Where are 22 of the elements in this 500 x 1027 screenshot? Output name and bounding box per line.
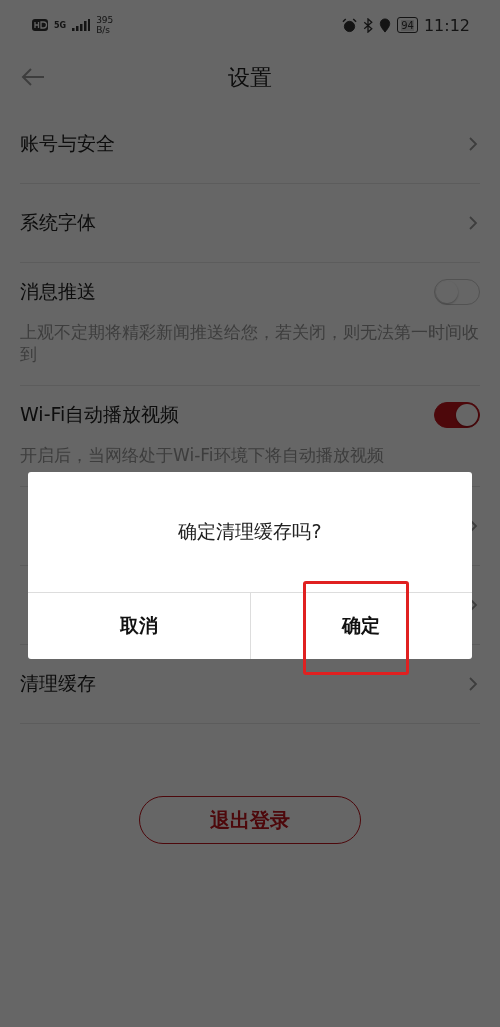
network-type: 5G (54, 20, 67, 30)
dialog-message: 确定清理缓存吗? (177, 519, 323, 544)
bluetooth-icon (363, 17, 374, 33)
signal-icon (72, 19, 91, 31)
setting-label[interactable]: 清理缓存 (20, 671, 96, 697)
setting-label[interactable]: 账号与安全 (20, 131, 115, 157)
toggle-switch[interactable] (434, 402, 480, 428)
setting-label[interactable]: 消息推送 (20, 279, 96, 305)
logout-button[interactable]: 退出登录 (139, 796, 361, 844)
location-icon (379, 17, 392, 33)
setting-label[interactable]: 系统字体 (20, 210, 96, 236)
setting-label[interactable]: Wi-Fi自动播放视频 (20, 402, 180, 428)
back-icon[interactable] (20, 67, 46, 87)
speed-unit: B/s (96, 25, 112, 35)
hd-icon (32, 19, 48, 31)
alarm-icon (342, 17, 358, 33)
battery-level: 94 (401, 19, 414, 31)
page-title: 设置 (228, 63, 272, 92)
dialog-button[interactable]: 取消 (28, 593, 250, 659)
speed-value: 395 (96, 15, 114, 25)
clock-time: 11:12 (423, 15, 470, 35)
dialog-button[interactable]: 确定 (250, 593, 472, 659)
